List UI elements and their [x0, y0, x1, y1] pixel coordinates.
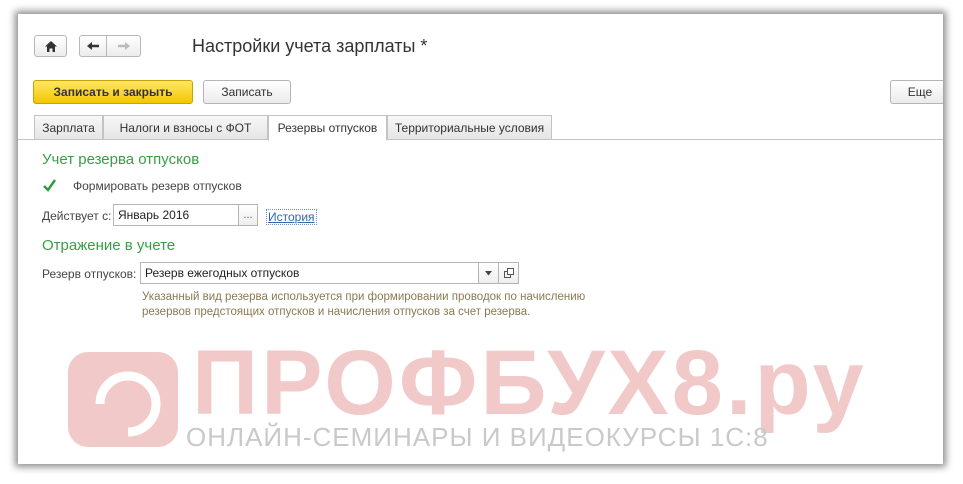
period-picker-button[interactable]: ... — [238, 204, 258, 226]
page-title: Настройки учета зарплаты * — [192, 36, 428, 56]
arrow-left-icon — [87, 42, 99, 50]
effective-from-field[interactable]: Январь 2016 — [113, 204, 239, 226]
home-button[interactable] — [34, 35, 67, 57]
reserve-hint-line1: Указанный вид резерва используется при ф… — [142, 291, 586, 303]
history-link[interactable]: История — [266, 209, 317, 225]
forward-button[interactable] — [107, 35, 141, 57]
reserve-type-field[interactable]: Резерв ежегодных отпусков — [140, 262, 479, 284]
home-icon — [44, 40, 57, 52]
history-link-wrap: История — [266, 209, 317, 225]
tab-taxes[interactable]: Налоги и взносы с ФОТ — [103, 115, 268, 140]
settings-window: Настройки учета зарплаты * Записать и за… — [18, 14, 943, 464]
reserve-hint-line2: резервов предстоящих отпусков и начислен… — [142, 306, 531, 318]
accounting-section-heading: Отражение в учете — [42, 237, 176, 254]
watermark-brand: ПРОФБУХ8.ру — [192, 332, 867, 434]
reserve-type-dropdown-button[interactable] — [478, 262, 499, 284]
reserve-hint: Указанный вид резерва используется при ф… — [142, 290, 585, 320]
reserve-section-heading: Учет резерва отпусков — [42, 151, 200, 168]
save-and-close-button[interactable]: Записать и закрыть — [33, 80, 193, 104]
tab-salary[interactable]: Зарплата — [34, 115, 103, 140]
arrow-right-icon — [117, 42, 130, 50]
tab-vacation-reserves[interactable]: Резервы отпусков — [268, 115, 387, 141]
tab-territorial[interactable]: Территориальные условия — [387, 115, 552, 140]
chevron-down-icon — [485, 270, 492, 275]
effective-from-label: Действует с: — [42, 209, 112, 223]
reserve-type-open-button[interactable] — [498, 262, 519, 284]
checkmark-icon — [43, 179, 56, 192]
back-button[interactable] — [79, 35, 107, 57]
brand-logo — [68, 352, 178, 447]
reserve-type-label: Резерв отпусков: — [42, 267, 137, 281]
form-reserve-checkbox[interactable] — [42, 178, 57, 193]
watermark-tagline: ОНЛАЙН-СЕМИНАРЫ И ВИДЕОКУРСЫ 1С:8 — [186, 422, 769, 452]
save-button[interactable]: Записать — [203, 80, 291, 104]
open-window-icon — [503, 268, 514, 278]
form-reserve-label: Формировать резерв отпусков — [73, 179, 242, 193]
more-button[interactable]: Еще — [890, 80, 943, 104]
